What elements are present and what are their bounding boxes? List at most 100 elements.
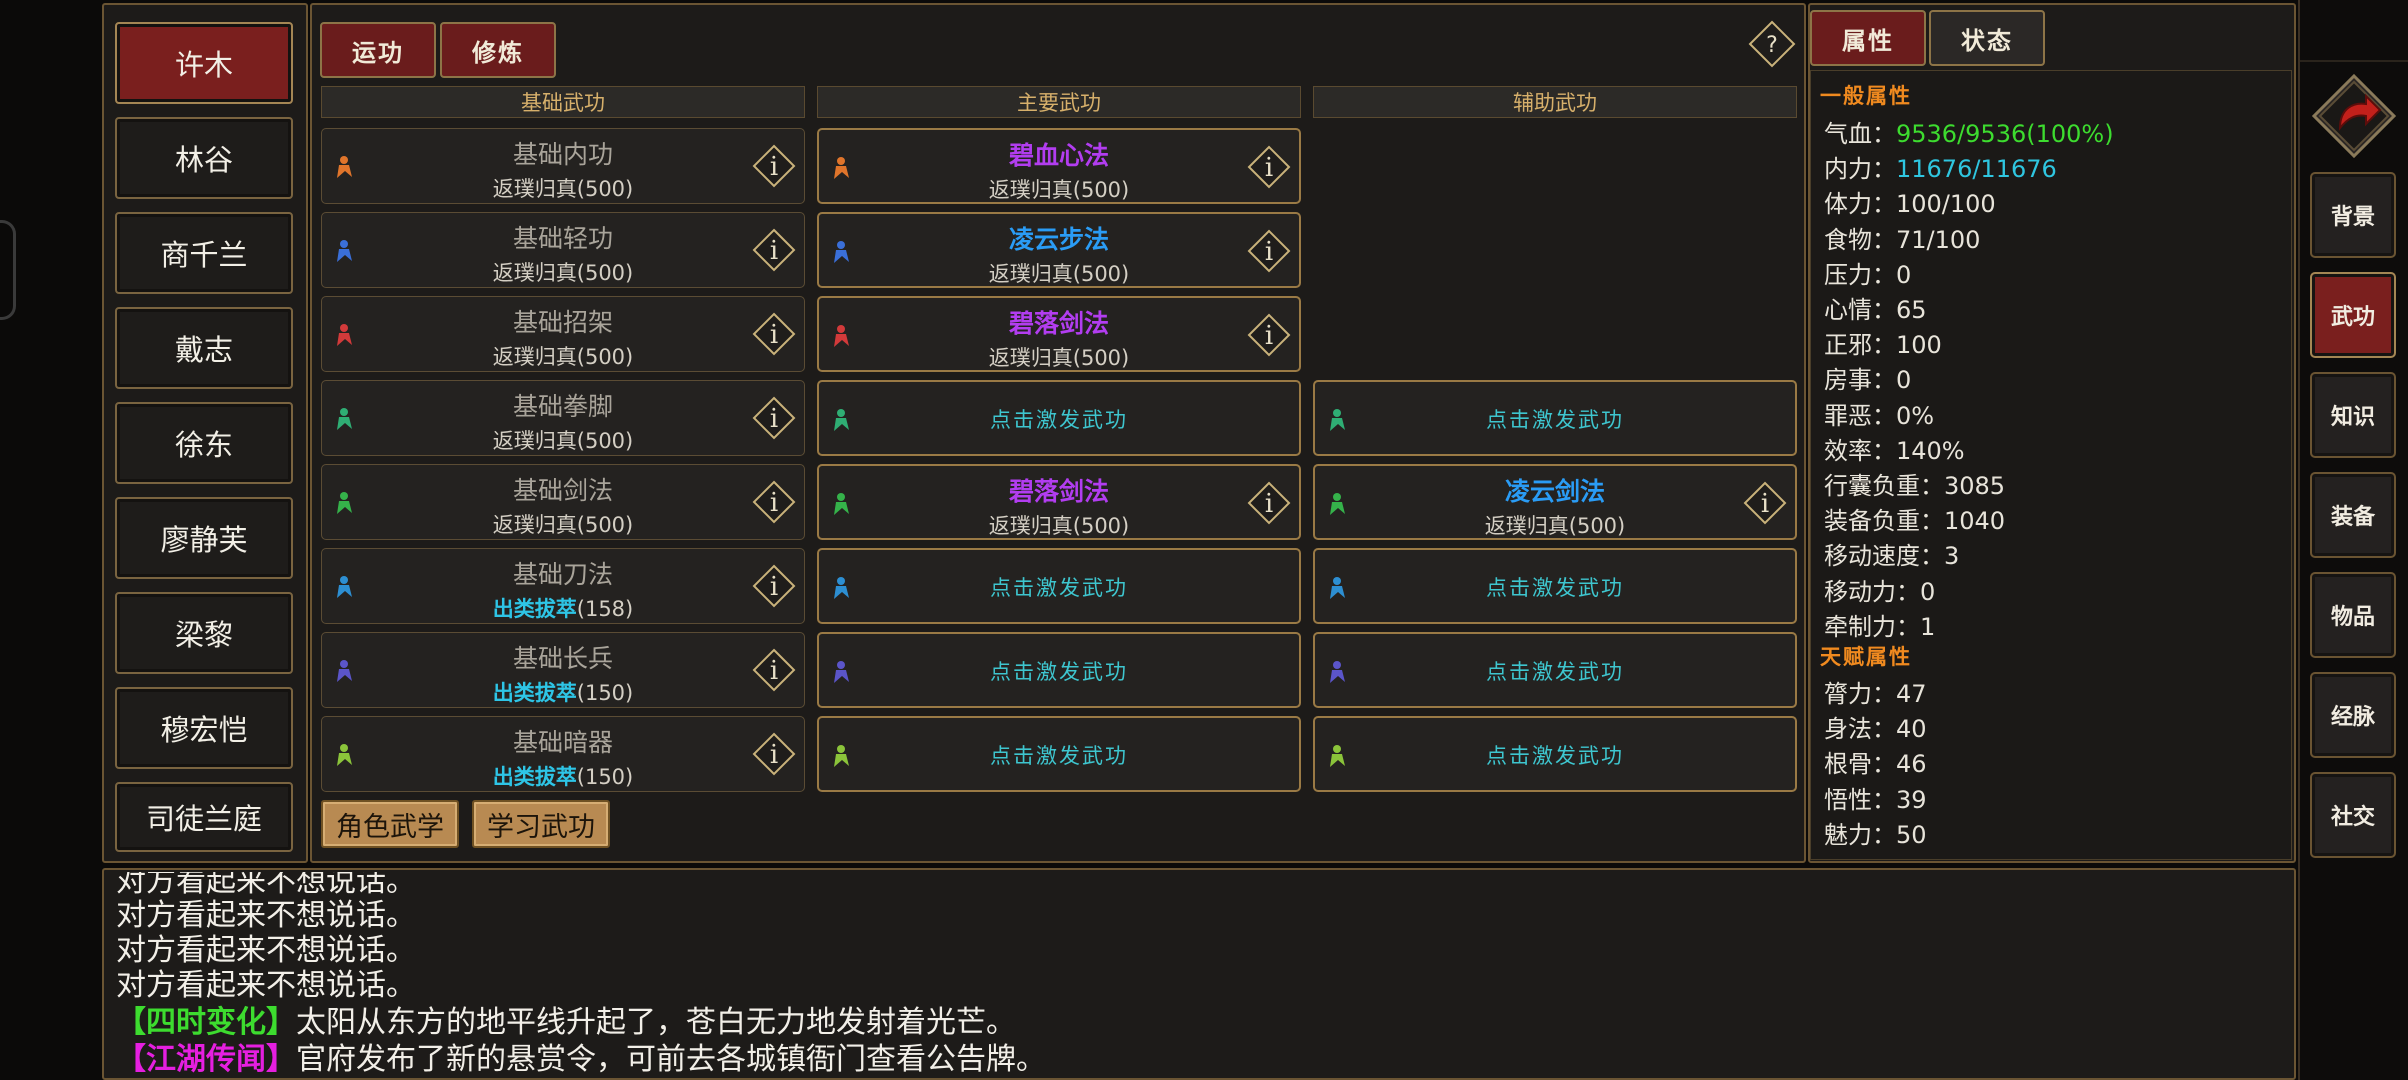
skill-slot-aux[interactable]: 点击激发武功 xyxy=(1313,548,1797,624)
tab-status[interactable]: 状态 xyxy=(1929,10,2045,66)
attribute-row: 正邪：100 xyxy=(1824,331,1942,360)
skill-slot-main[interactable]: 点击激发武功 xyxy=(817,716,1301,792)
tab-cultivate[interactable]: 修炼 xyxy=(440,22,556,78)
skill-slot-main[interactable]: 碧落剑法 返璞归真(500) i xyxy=(817,464,1301,540)
info-diamond-icon[interactable]: i xyxy=(752,228,796,272)
svg-text:i: i xyxy=(1265,489,1273,519)
skill-name: 基础招架 xyxy=(512,308,613,337)
skill-slot-basic[interactable]: 基础剑法 返璞归真(500) i xyxy=(321,464,805,540)
skill-icon xyxy=(827,238,855,266)
return-arrow-icon[interactable] xyxy=(2310,72,2398,160)
character-item[interactable]: 廖静芙 xyxy=(115,497,293,579)
side-nav-item[interactable]: 武功 xyxy=(2310,272,2396,358)
skill-name: 凌云剑法 xyxy=(1504,477,1605,506)
character-item[interactable]: 商千兰 xyxy=(115,212,293,294)
skill-name: 碧落剑法 xyxy=(1008,477,1109,506)
skill-slot-basic[interactable]: 基础内功 返璞归真(500) i xyxy=(321,128,805,204)
skill-name: 基础长兵 xyxy=(512,644,613,673)
help-diamond-icon[interactable]: ? xyxy=(1748,20,1796,68)
skill-slot-main[interactable]: 点击激发武功 xyxy=(817,632,1301,708)
attribute-row: 气血：9536/9536(100%) xyxy=(1824,120,2114,148)
svg-text:i: i xyxy=(770,572,778,602)
svg-text:?: ? xyxy=(1766,33,1778,58)
skill-slot-basic[interactable]: 基础招架 返璞归真(500) i xyxy=(321,296,805,372)
attribute-row: 移动速度：3 xyxy=(1824,542,1960,571)
attribute-row: 效率：140% xyxy=(1824,436,1965,465)
skill-slot-main[interactable]: 凌云步法 返璞归真(500) i xyxy=(817,212,1301,288)
skill-slot-basic[interactable]: 基础暗器 出类拔萃(150) i xyxy=(321,716,805,792)
character-item[interactable]: 穆宏恺 xyxy=(115,687,293,769)
info-diamond-icon[interactable]: i xyxy=(1743,481,1787,525)
info-diamond-icon[interactable]: i xyxy=(752,564,796,608)
activate-skill-label: 点击激发武功 xyxy=(990,660,1128,684)
svg-text:i: i xyxy=(770,236,778,266)
attribute-row: 内力：11676/11676 xyxy=(1824,155,2057,184)
skill-slot-aux[interactable]: 点击激发武功 xyxy=(1313,716,1797,792)
skill-slot-basic[interactable]: 基础轻功 返璞归真(500) i xyxy=(321,212,805,288)
skill-slot-basic[interactable]: 基础刀法 出类拔萃(158) i xyxy=(321,548,805,624)
skill-icon xyxy=(827,322,855,350)
skill-level: 返璞归真(500) xyxy=(492,513,634,537)
skill-name: 凌云步法 xyxy=(1008,225,1109,254)
skill-slot-main[interactable]: 碧血心法 返璞归真(500) i xyxy=(817,128,1301,204)
skill-level: 返璞归真(500) xyxy=(1484,514,1626,538)
side-nav-item[interactable]: 经脉 xyxy=(2310,672,2396,758)
info-diamond-icon[interactable]: i xyxy=(752,732,796,776)
side-nav-item[interactable]: 背景 xyxy=(2310,172,2396,258)
skill-slot-aux[interactable]: 凌云剑法返璞归真(500) i xyxy=(1313,464,1797,540)
skill-name: 基础刀法 xyxy=(512,560,613,589)
character-item[interactable]: 林谷 xyxy=(115,117,293,199)
skill-icon xyxy=(827,742,855,770)
skill-icon xyxy=(1323,658,1351,686)
side-nav-item[interactable]: 知识 xyxy=(2310,372,2396,458)
character-skills-button[interactable]: 角色武学 xyxy=(321,800,459,848)
info-diamond-icon[interactable]: i xyxy=(752,648,796,692)
skill-level: 返璞归真(500) xyxy=(492,261,634,285)
skill-icon xyxy=(330,153,358,181)
character-item[interactable]: 司徒兰庭 xyxy=(115,782,293,852)
attribute-row: 罪恶：0% xyxy=(1824,401,1935,430)
skill-icon xyxy=(330,237,358,265)
side-nav-item[interactable]: 装备 xyxy=(2310,472,2396,558)
skill-icon xyxy=(330,405,358,433)
tab-attributes[interactable]: 属性 xyxy=(1810,10,1926,66)
skill-slot-main[interactable]: 点击激发武功 xyxy=(817,548,1301,624)
skill-icon xyxy=(1323,574,1351,602)
skill-slot-basic[interactable]: 基础长兵 出类拔萃(150) i xyxy=(321,632,805,708)
skill-slot-main[interactable]: 碧落剑法 返璞归真(500) i xyxy=(817,296,1301,372)
attribute-row: 移动力：0 xyxy=(1824,577,1936,606)
rumor-tag: 【江湖传闻】 xyxy=(116,1042,296,1077)
svg-text:i: i xyxy=(770,320,778,350)
skill-icon xyxy=(330,741,358,769)
skill-name: 碧落剑法 xyxy=(1008,309,1109,338)
info-diamond-icon[interactable]: i xyxy=(752,312,796,356)
svg-text:i: i xyxy=(770,740,778,770)
skill-slot-aux[interactable]: 点击激发武功 xyxy=(1313,380,1797,456)
character-item[interactable]: 戴志 xyxy=(115,307,293,389)
info-diamond-icon[interactable]: i xyxy=(1247,313,1291,357)
skill-icon xyxy=(827,406,855,434)
talent-row: 根骨：46 xyxy=(1824,750,1927,779)
column-header-basic: 基础武功 xyxy=(321,86,805,118)
info-diamond-icon[interactable]: i xyxy=(752,396,796,440)
character-item[interactable]: 许木 xyxy=(115,22,293,104)
tab-practice[interactable]: 运功 xyxy=(320,22,436,78)
info-diamond-icon[interactable]: i xyxy=(1247,145,1291,189)
info-diamond-icon[interactable]: i xyxy=(1247,229,1291,273)
side-nav-item[interactable]: 物品 xyxy=(2310,572,2396,658)
skill-slot-main[interactable]: 点击激发武功 xyxy=(817,380,1301,456)
character-item[interactable]: 徐东 xyxy=(115,402,293,484)
attribute-row: 行囊负重：3085 xyxy=(1824,472,2006,500)
side-nav-item[interactable]: 社交 xyxy=(2310,772,2396,858)
skill-icon xyxy=(827,154,855,182)
skill-slot-basic[interactable]: 基础拳脚 返璞归真(500) i xyxy=(321,380,805,456)
info-diamond-icon[interactable]: i xyxy=(752,144,796,188)
info-diamond-icon[interactable]: i xyxy=(1247,481,1291,525)
skill-level: 返璞归真(500) xyxy=(988,178,1130,202)
attribute-row: 体力：100/100 xyxy=(1824,190,1996,219)
info-diamond-icon[interactable]: i xyxy=(752,480,796,524)
character-item[interactable]: 梁黎 xyxy=(115,592,293,674)
skill-slot-aux[interactable]: 点击激发武功 xyxy=(1313,632,1797,708)
learn-skills-button[interactable]: 学习武功 xyxy=(472,800,610,848)
skill-icon xyxy=(827,490,855,518)
